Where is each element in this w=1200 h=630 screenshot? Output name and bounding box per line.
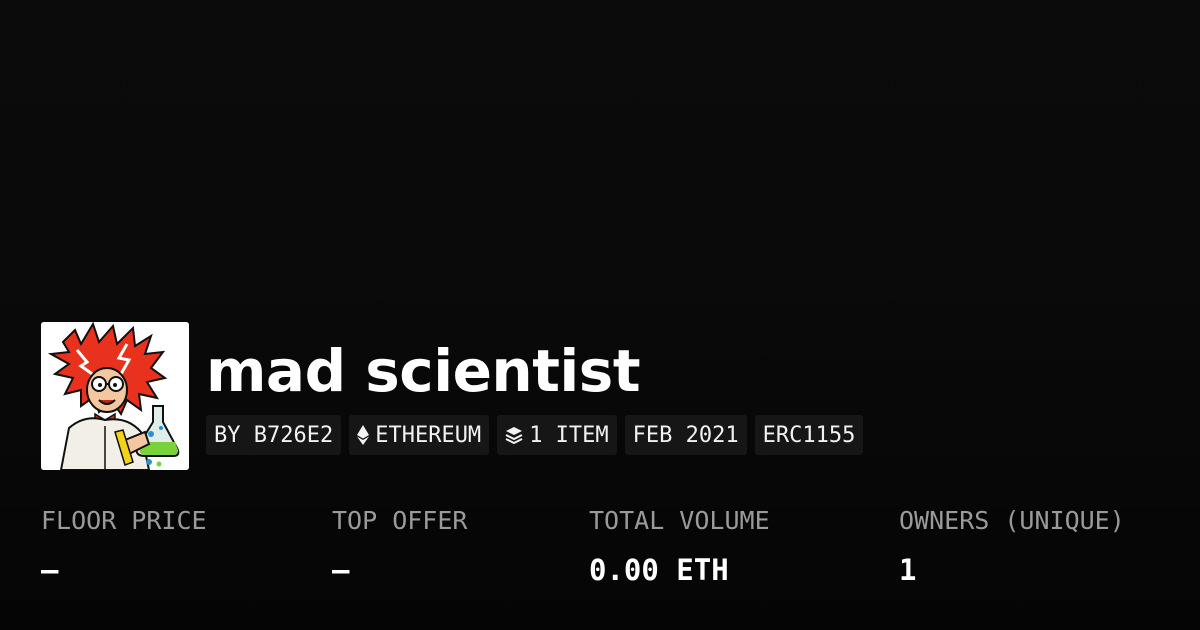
collection-avatar	[41, 322, 189, 470]
items-tag-label: 1 ITEM	[529, 422, 609, 448]
ethereum-icon	[357, 425, 370, 445]
total-volume-stat: TOTAL VOLUME 0.00 ETH	[589, 503, 770, 588]
chain-tag-label: ETHEREUM	[375, 422, 482, 448]
owners-value: 1	[899, 553, 917, 587]
creator-tag[interactable]: BY B726E2	[206, 415, 342, 455]
items-tag[interactable]: 1 ITEM	[497, 415, 617, 455]
total-volume-label: TOTAL VOLUME	[589, 506, 770, 535]
chain-tag[interactable]: ETHEREUM	[349, 415, 490, 455]
standard-tag: ERC1155	[754, 415, 864, 455]
date-tag: FEB 2021	[624, 415, 747, 455]
floor-price-value: —	[41, 553, 59, 587]
mad-scientist-avatar-image	[41, 322, 189, 470]
top-offer-value: —	[332, 553, 350, 587]
collection-header: mad scientist BY B726E2 ETHEREUM 1 ITEM …	[41, 322, 864, 470]
owners-label: OWNERS (UNIQUE)	[899, 506, 1125, 535]
date-tag-label: FEB 2021	[632, 422, 739, 448]
floor-price-stat: FLOOR PRICE —	[41, 503, 207, 588]
owners-stat: OWNERS (UNIQUE) 1	[899, 503, 1125, 588]
collection-tags: BY B726E2 ETHEREUM 1 ITEM FEB 2021 ERC11…	[206, 415, 864, 455]
collection-stats: FLOOR PRICE — TOP OFFER — TOTAL VOLUME 0…	[0, 503, 1200, 603]
floor-price-label: FLOOR PRICE	[41, 506, 207, 535]
top-offer-stat: TOP OFFER —	[332, 503, 467, 588]
standard-tag-label: ERC1155	[762, 422, 856, 448]
creator-tag-label: BY B726E2	[214, 422, 334, 448]
total-volume-value: 0.00 ETH	[589, 553, 729, 587]
collection-title: mad scientist	[206, 337, 641, 405]
layers-icon	[505, 426, 523, 444]
top-offer-label: TOP OFFER	[332, 506, 468, 535]
